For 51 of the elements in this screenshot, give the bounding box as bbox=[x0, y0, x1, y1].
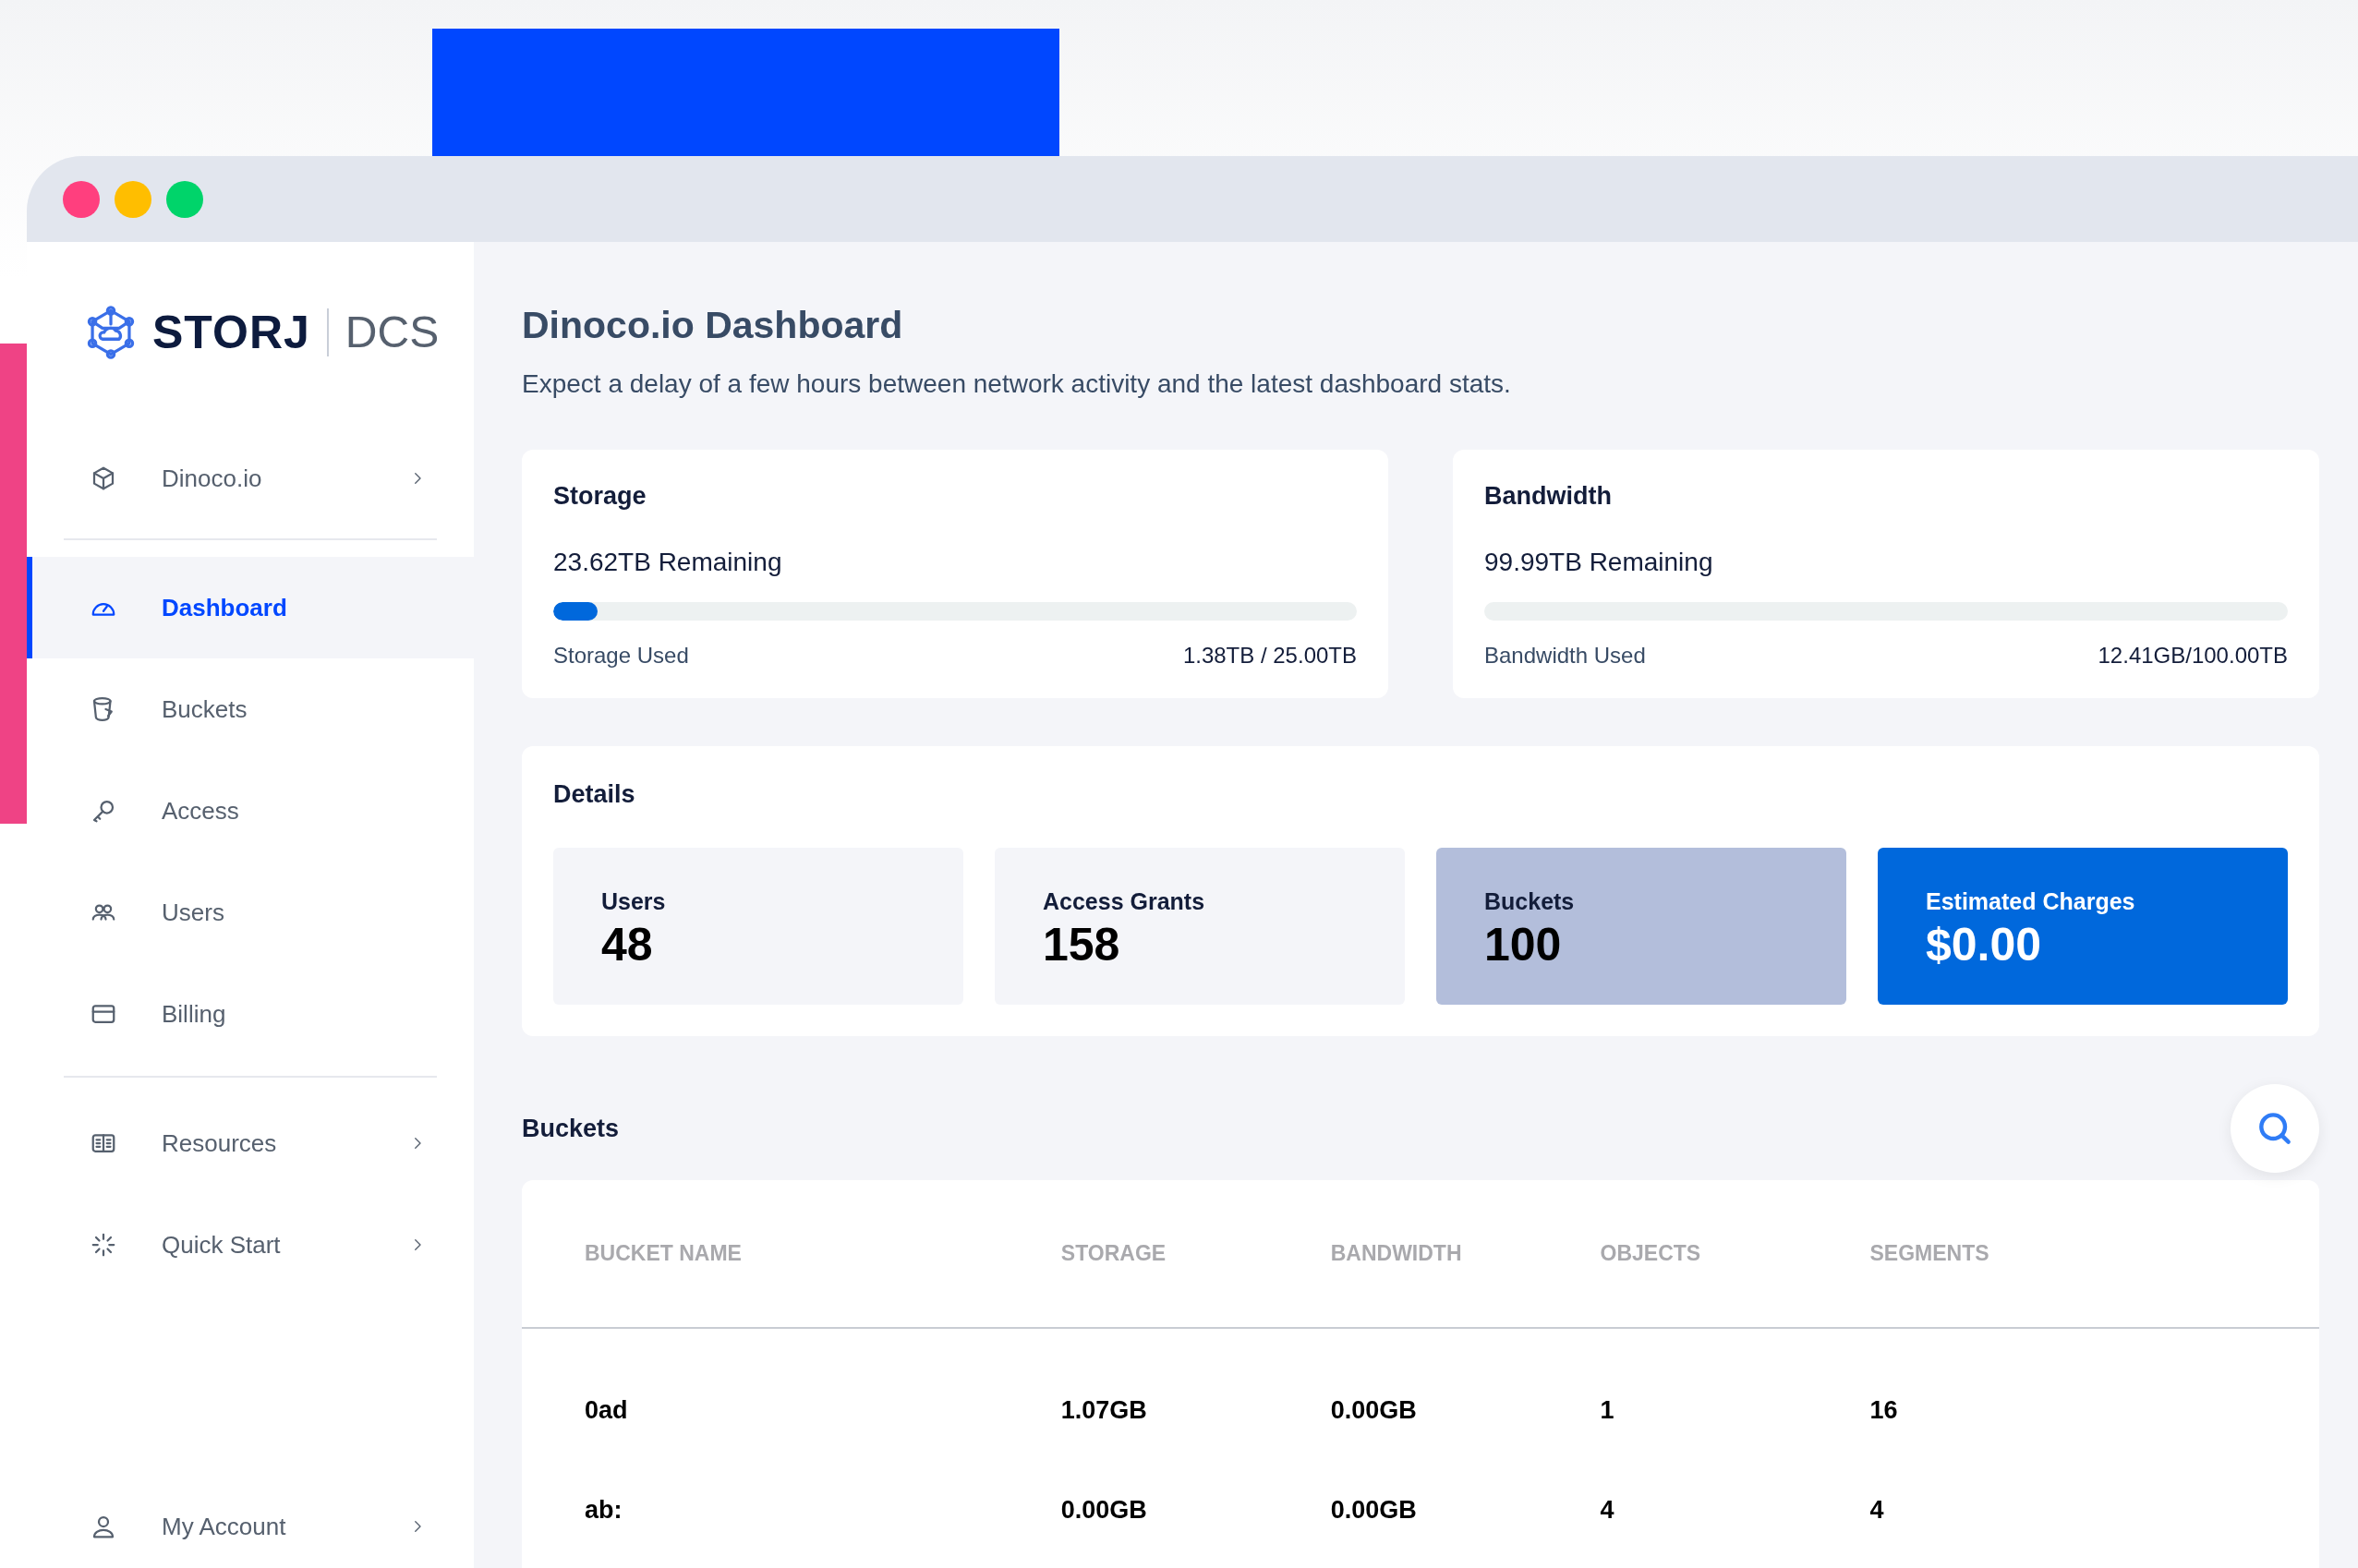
close-dot[interactable] bbox=[63, 180, 100, 218]
sidebar-item[interactable]: Users bbox=[27, 862, 474, 963]
table-cell: 1 bbox=[1600, 1327, 1870, 1429]
table-cell: 16 bbox=[1869, 1327, 2319, 1429]
maximize-dot[interactable] bbox=[166, 180, 203, 218]
table-cell: 0.00GB bbox=[1330, 1429, 1601, 1529]
card-title: Bandwidth bbox=[1484, 481, 1613, 513]
logo-wordmark: STORJ bbox=[152, 305, 310, 360]
used-label: Bandwidth Used bbox=[1484, 641, 1646, 669]
account-menu[interactable]: My Account bbox=[27, 1485, 474, 1568]
table-cell: 1.07GB bbox=[1060, 1327, 1331, 1429]
sidebar-item[interactable]: Dashboard bbox=[27, 557, 474, 658]
remaining-text: 99.99TB Remaining bbox=[1484, 546, 1714, 578]
column-header: SEGMENTS bbox=[1869, 1180, 2319, 1328]
column-header: STORAGE bbox=[1060, 1180, 1331, 1328]
used-value: 12.41GB/100.00TB bbox=[2098, 641, 2288, 669]
column-header: OBJECTS bbox=[1600, 1180, 1870, 1328]
table-cell: 4 bbox=[1600, 1429, 1870, 1529]
remaining-text: 23.62TB Remaining bbox=[553, 546, 783, 578]
stat-label: Access Grants bbox=[1043, 887, 1206, 917]
sidebar-item[interactable]: Buckets bbox=[27, 658, 474, 760]
table-cell: 0.00GB bbox=[1060, 1429, 1331, 1529]
sidebar-item[interactable]: Resources bbox=[27, 1092, 474, 1194]
product-name: DCS bbox=[345, 307, 440, 358]
page-subtitle: Expect a delay of a few hours between network activity and the latest dashboard stats. bbox=[522, 368, 1512, 401]
stat-label: Estimated Charges bbox=[1926, 887, 2136, 917]
table-cell-text: 4 bbox=[1869, 1495, 1885, 1526]
sidebar-item[interactable]: Billing bbox=[27, 963, 474, 1065]
page-title: Dinoco.io Dashboard bbox=[522, 303, 904, 348]
stat-value: 48 bbox=[601, 919, 654, 971]
sidebar-item[interactable]: Dinoco.io bbox=[27, 428, 474, 529]
minimize-dot[interactable] bbox=[115, 180, 151, 218]
stat-label: Users bbox=[601, 887, 667, 917]
loading-icon bbox=[90, 1231, 117, 1259]
table-cell: 0.00GB bbox=[1330, 1327, 1601, 1429]
section-title: Buckets bbox=[522, 1113, 620, 1144]
stat-label: Buckets bbox=[1484, 887, 1576, 917]
sidebar-item[interactable]: Access bbox=[27, 760, 474, 862]
stat-value: 100 bbox=[1484, 919, 1563, 971]
column-header: BANDWIDTH bbox=[1330, 1180, 1601, 1328]
stat-value: 158 bbox=[1043, 919, 1121, 971]
table-cell: 0ad bbox=[522, 1327, 1061, 1429]
column-header: BUCKET NAME bbox=[522, 1180, 1061, 1328]
sidebar-item[interactable]: Quick Start bbox=[27, 1194, 474, 1296]
used-value: 1.38TB / 25.00TB bbox=[1182, 641, 1357, 669]
stat-value: $0.00 bbox=[1926, 919, 2043, 971]
logo-divider bbox=[326, 308, 329, 356]
card-title: Details bbox=[553, 778, 636, 810]
table-cell: ab: bbox=[522, 1429, 1061, 1529]
card-title: Storage bbox=[553, 481, 647, 513]
used-label: Storage Used bbox=[553, 641, 689, 669]
